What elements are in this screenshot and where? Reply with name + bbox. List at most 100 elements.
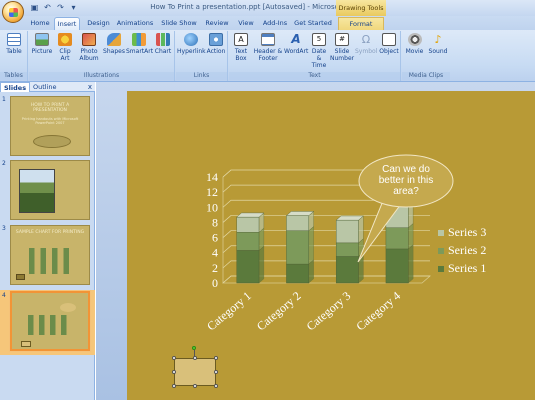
thumb-photo-2 [19, 169, 55, 213]
photo-album-button[interactable]: Photo Album [77, 33, 101, 62]
close-panel-icon[interactable]: x [88, 83, 92, 91]
table-button[interactable]: Table [2, 33, 26, 55]
slide-number-3: 3 [2, 225, 6, 232]
slide-number-2: 2 [2, 160, 6, 167]
symbol-icon: Ω [361, 33, 371, 46]
chart-label: Chart [154, 48, 172, 55]
symbol-label: Symbol [355, 48, 378, 55]
text-box-button[interactable]: A Text Box [231, 33, 251, 62]
slide-4[interactable] [127, 91, 535, 400]
object-icon [382, 33, 396, 46]
tab-slides[interactable]: Slides [0, 82, 31, 92]
picture-label: Picture [31, 48, 53, 55]
tab-format[interactable]: Format [338, 17, 384, 30]
hyperlink-label: Hyperlink [177, 48, 206, 55]
object-button[interactable]: Object [378, 33, 400, 55]
group-links: Hyperlink Action Links [176, 31, 228, 81]
resize-handle-se[interactable] [214, 384, 218, 388]
slide-number-1: 1 [2, 96, 6, 103]
sound-button[interactable]: ♪ Sound [427, 33, 449, 55]
resize-handle-w[interactable] [172, 370, 176, 374]
slides-panel: Slides Outline x 1 HOW TO PRINT A PRESEN… [0, 82, 95, 400]
movie-button[interactable]: Movie [403, 33, 426, 55]
sound-label: Sound [428, 48, 448, 55]
tab-review[interactable]: Review [204, 17, 230, 30]
group-tables: Table Tables [0, 31, 28, 81]
thumb-mini-chart-3 [29, 248, 75, 274]
slide-number-button[interactable]: # Slide Number [330, 33, 354, 62]
resize-handle-sw[interactable] [172, 384, 176, 388]
slide-thumbnail-2[interactable] [10, 160, 90, 220]
photo-album-icon [82, 33, 96, 46]
group-text: A Text Box Header & Footer A WordArt 5 D… [229, 31, 401, 81]
resize-handle-e[interactable] [214, 370, 218, 374]
resize-handle-nw[interactable] [172, 356, 176, 360]
thumb-title-3: SAMPLE CHART FOR PRINTING [15, 230, 85, 235]
text-box-label: Text Box [234, 48, 248, 62]
picture-icon [35, 33, 49, 46]
smartart-icon [132, 33, 146, 46]
hyperlink-button[interactable]: Hyperlink [177, 33, 206, 55]
slide-number-icon: # [335, 33, 349, 46]
resize-handle-n[interactable] [193, 356, 197, 360]
text-box-icon: A [234, 33, 248, 46]
office-button[interactable] [2, 1, 24, 23]
chart-button[interactable]: Chart [153, 33, 173, 55]
tab-animations[interactable]: Animations [116, 17, 154, 30]
group-label-links: Links [176, 72, 227, 80]
tab-insert[interactable]: Insert [54, 17, 80, 30]
clip-art-button[interactable]: Clip Art [55, 33, 75, 62]
tab-home[interactable]: Home [28, 17, 52, 30]
header-footer-label: Header & Footer [253, 48, 283, 62]
date-time-button[interactable]: 5 Date & Time [309, 33, 329, 69]
date-time-label: Date & Time [311, 48, 327, 69]
action-label: Action [206, 48, 226, 55]
group-label-text: Text [229, 72, 400, 80]
wordart-button[interactable]: A WordArt [284, 32, 309, 56]
selected-rectangle-shape[interactable] [174, 358, 216, 386]
thumb-callout-4 [60, 303, 76, 312]
shapes-icon [107, 33, 121, 46]
thumb-shape-4 [21, 341, 31, 347]
slide-thumbnail-3[interactable]: SAMPLE CHART FOR PRINTING [10, 225, 90, 285]
picture-button[interactable]: Picture [31, 33, 53, 55]
table-label: Table [6, 48, 22, 55]
ribbon-tab-bar: Home Insert Design Animations Slide Show… [0, 16, 535, 30]
tab-outline[interactable]: Outline [30, 82, 60, 92]
wordart-icon: A [291, 32, 301, 46]
resize-handle-ne[interactable] [214, 356, 218, 360]
group-label-illustrations: Illustrations [29, 72, 174, 80]
chart-icon [156, 33, 170, 46]
table-icon [7, 33, 21, 46]
tab-get-started[interactable]: Get Started [294, 17, 332, 30]
group-label-media-clips: Media Clips [402, 72, 450, 80]
panel-tabs: Slides Outline x [0, 82, 95, 92]
resize-handle-s[interactable] [193, 384, 197, 388]
action-button[interactable]: Action [205, 33, 227, 55]
header-footer-icon [261, 33, 275, 46]
sound-icon: ♪ [434, 33, 442, 46]
hyperlink-icon [183, 33, 198, 46]
tab-slide-show[interactable]: Slide Show [160, 17, 198, 30]
group-media-clips: Movie ♪ Sound Media Clips [402, 31, 450, 81]
thumb-oval-1 [33, 135, 71, 148]
photo-album-label: Photo Album [79, 48, 99, 62]
shapes-button[interactable]: Shapes [103, 33, 125, 55]
tab-design[interactable]: Design [85, 17, 112, 30]
header-footer-button[interactable]: Header & Footer [253, 33, 283, 62]
thumb-icon-3 [16, 274, 25, 280]
window-title: How To Print a presentation.ppt [Autosav… [150, 3, 385, 11]
slide-thumbnail-4[interactable] [10, 291, 90, 351]
title-bar: ▣ ↶ ↷ ▾ How To Print a presentation.ppt … [0, 0, 535, 16]
group-illustrations: Picture Clip Art Photo Album Shapes Smar… [29, 31, 175, 81]
group-label-tables: Tables [0, 72, 27, 80]
ribbon: Table Tables Picture Clip Art Photo Albu… [0, 30, 535, 82]
slide-thumbnail-1[interactable]: HOW TO PRINT A PRESENTATION Printing han… [10, 96, 90, 156]
wordart-label: WordArt [284, 48, 309, 55]
symbol-button[interactable]: Ω Symbol [355, 33, 377, 55]
thumb-mini-chart-4 [28, 315, 72, 335]
tab-view[interactable]: View [236, 17, 256, 30]
smartart-button[interactable]: SmartArt [126, 33, 153, 55]
tab-add-ins[interactable]: Add-Ins [262, 17, 288, 30]
shapes-label: Shapes [103, 48, 125, 55]
